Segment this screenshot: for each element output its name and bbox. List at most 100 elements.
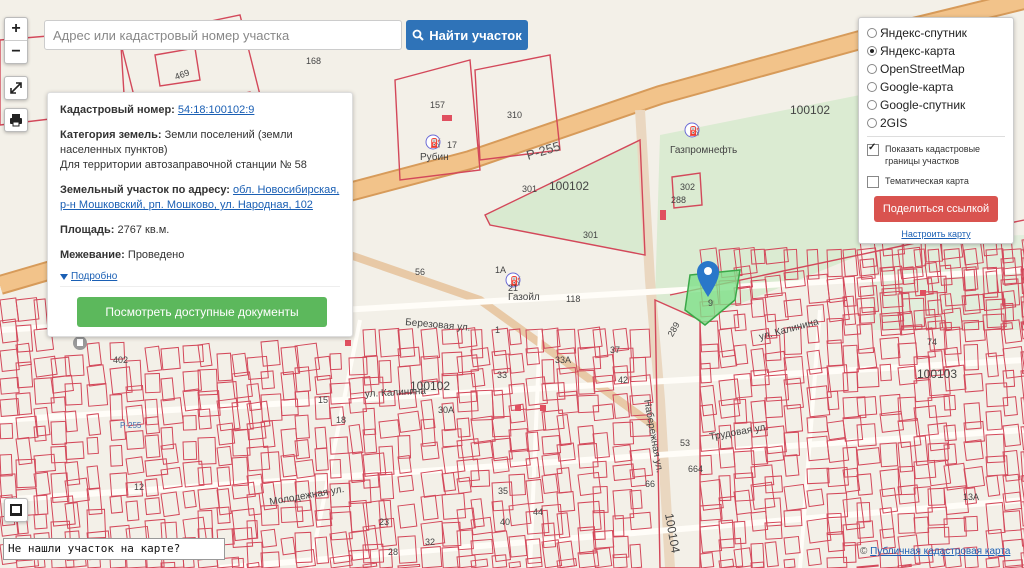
- map-label: 302: [680, 182, 695, 192]
- map-label: 33: [497, 370, 507, 380]
- thematic-map-label: Тематическая карта: [885, 176, 969, 186]
- map-label: 56: [415, 267, 425, 277]
- svg-text:⛽: ⛽: [430, 137, 441, 149]
- cadastral-number-label: Кадастровый номер:: [60, 104, 175, 116]
- basemap-option[interactable]: Google-спутник: [867, 96, 1005, 114]
- map-label: 15: [318, 395, 328, 405]
- map-label: 33А: [555, 355, 571, 365]
- thematic-map-option[interactable]: Тематическая карта: [867, 175, 1005, 188]
- search-input[interactable]: [44, 20, 402, 50]
- basemap-radio[interactable]: [867, 118, 877, 128]
- map-label: Рубин: [420, 151, 449, 163]
- basemap-option[interactable]: Google-карта: [867, 78, 1005, 96]
- zoom-in-button[interactable]: +: [5, 18, 27, 40]
- land-purpose-value: Для территории автозаправочной станции №…: [60, 159, 307, 171]
- map-label: 30А: [438, 405, 454, 415]
- square-frame-icon: [10, 504, 22, 516]
- caret-down-icon: [60, 273, 68, 280]
- basemap-radio[interactable]: [867, 64, 877, 74]
- zoom-out-button[interactable]: −: [5, 40, 27, 63]
- map-label: 301: [522, 184, 537, 194]
- map-label: Газойл: [508, 292, 540, 303]
- print-button[interactable]: [4, 108, 28, 132]
- map-label: 168: [306, 56, 321, 66]
- area-label: Площадь:: [60, 224, 115, 236]
- map-label: 310: [507, 110, 522, 120]
- svg-text:⛽: ⛽: [689, 125, 700, 137]
- basemap-option-label: OpenStreetMap: [880, 62, 965, 76]
- map-label: 28: [388, 547, 398, 557]
- map-label: 74: [927, 337, 937, 347]
- map-label: 21: [508, 283, 518, 293]
- thematic-map-checkbox[interactable]: [867, 176, 879, 188]
- area-value: 2767 кв.м.: [117, 224, 170, 236]
- map-label: 32: [425, 537, 435, 547]
- address-label: Земельный участок по адресу:: [60, 184, 230, 196]
- map-label: 40: [500, 517, 510, 527]
- basemap-option-label: Яндекс-спутник: [880, 26, 967, 40]
- configure-map-link[interactable]: Настроить карту: [867, 229, 1005, 239]
- survey-value: Проведено: [127, 249, 185, 261]
- map-label: 402: [113, 355, 128, 365]
- map-label: 12: [134, 482, 144, 492]
- more-details-link[interactable]: Подробно: [60, 269, 117, 284]
- map-label: Газпромнефть: [670, 144, 737, 156]
- layers-panel: Яндекс-спутник Яндекс-карта OpenStreetMap G…: [858, 17, 1014, 244]
- show-borders-option[interactable]: Показать кадастровые границы участков: [867, 142, 1005, 167]
- parcel-info-panel: Кадастровый номер: 54:18:100102:9 Катего…: [47, 92, 353, 337]
- map-label: 301: [583, 230, 598, 240]
- map-label: 23: [379, 517, 389, 527]
- basemap-option[interactable]: OpenStreetMap: [867, 60, 1005, 78]
- basemap-option-label: 2GIS: [880, 116, 908, 130]
- zoom-control: + −: [4, 17, 28, 64]
- view-documents-button[interactable]: Посмотреть доступные документы: [77, 297, 327, 327]
- land-category-label: Категория земель:: [60, 129, 162, 141]
- basemap-options: Яндекс-спутник Яндекс-карта OpenStreetMap G…: [867, 24, 1005, 132]
- basemap-option[interactable]: 2GIS: [867, 114, 1005, 132]
- basemap-radio[interactable]: [867, 82, 877, 92]
- print-icon: [10, 114, 22, 127]
- basemap-radio[interactable]: [867, 100, 877, 110]
- map-label: 100102: [790, 103, 830, 117]
- attribution-link[interactable]: Публичная кадастровая карта: [870, 546, 1010, 557]
- basemap-option-label: Google-спутник: [880, 98, 966, 112]
- map-label: 66: [645, 479, 655, 489]
- map-label: 42: [618, 375, 628, 385]
- cadastral-number-link[interactable]: 54:18:100102:9: [178, 104, 254, 116]
- map-label: 118: [566, 294, 580, 304]
- search-button-label: Найти участок: [429, 27, 522, 43]
- basemap-option-label: Яндекс-карта: [880, 44, 955, 58]
- map-label: 1А: [495, 265, 506, 275]
- map-label: 664: [688, 464, 703, 474]
- map-label: 9: [708, 298, 713, 308]
- map-label: 17: [447, 140, 457, 150]
- basemap-option[interactable]: Яндекс-спутник: [867, 24, 1005, 42]
- map-label: 157: [430, 100, 445, 110]
- map-label: 13А: [963, 492, 979, 502]
- search-button[interactable]: Найти участок: [406, 20, 528, 50]
- map-label: 1: [495, 325, 500, 335]
- basemap-option[interactable]: Яндекс-карта: [867, 42, 1005, 60]
- show-borders-checkbox[interactable]: [867, 142, 879, 156]
- layers-toggle-button[interactable]: [4, 498, 28, 522]
- map-label: 100103: [917, 367, 957, 381]
- share-link-button[interactable]: Поделиться ссылкой: [874, 196, 998, 222]
- not-found-parcel-button[interactable]: Не нашли участок на карте?: [3, 538, 225, 560]
- map-label: 288: [671, 195, 686, 205]
- basemap-radio[interactable]: [867, 28, 877, 38]
- map-label: 37: [610, 345, 620, 355]
- map-label: 18: [336, 415, 346, 425]
- basemap-radio[interactable]: [867, 46, 877, 56]
- expand-icon: [10, 82, 22, 94]
- map-label: Р-255: [120, 421, 142, 430]
- copyright-symbol: ©: [860, 546, 868, 557]
- panel-divider: [60, 286, 340, 287]
- survey-label: Межевание:: [60, 249, 125, 261]
- map-attribution: © Публичная кадастровая карта: [860, 546, 1010, 557]
- map-label: 35: [498, 486, 508, 496]
- layers-divider: [867, 136, 1005, 137]
- fullscreen-button[interactable]: [4, 76, 28, 100]
- show-borders-label: Показать кадастровые границы участков: [885, 144, 981, 166]
- map-label: 100102: [549, 179, 589, 193]
- search-icon: [412, 29, 424, 41]
